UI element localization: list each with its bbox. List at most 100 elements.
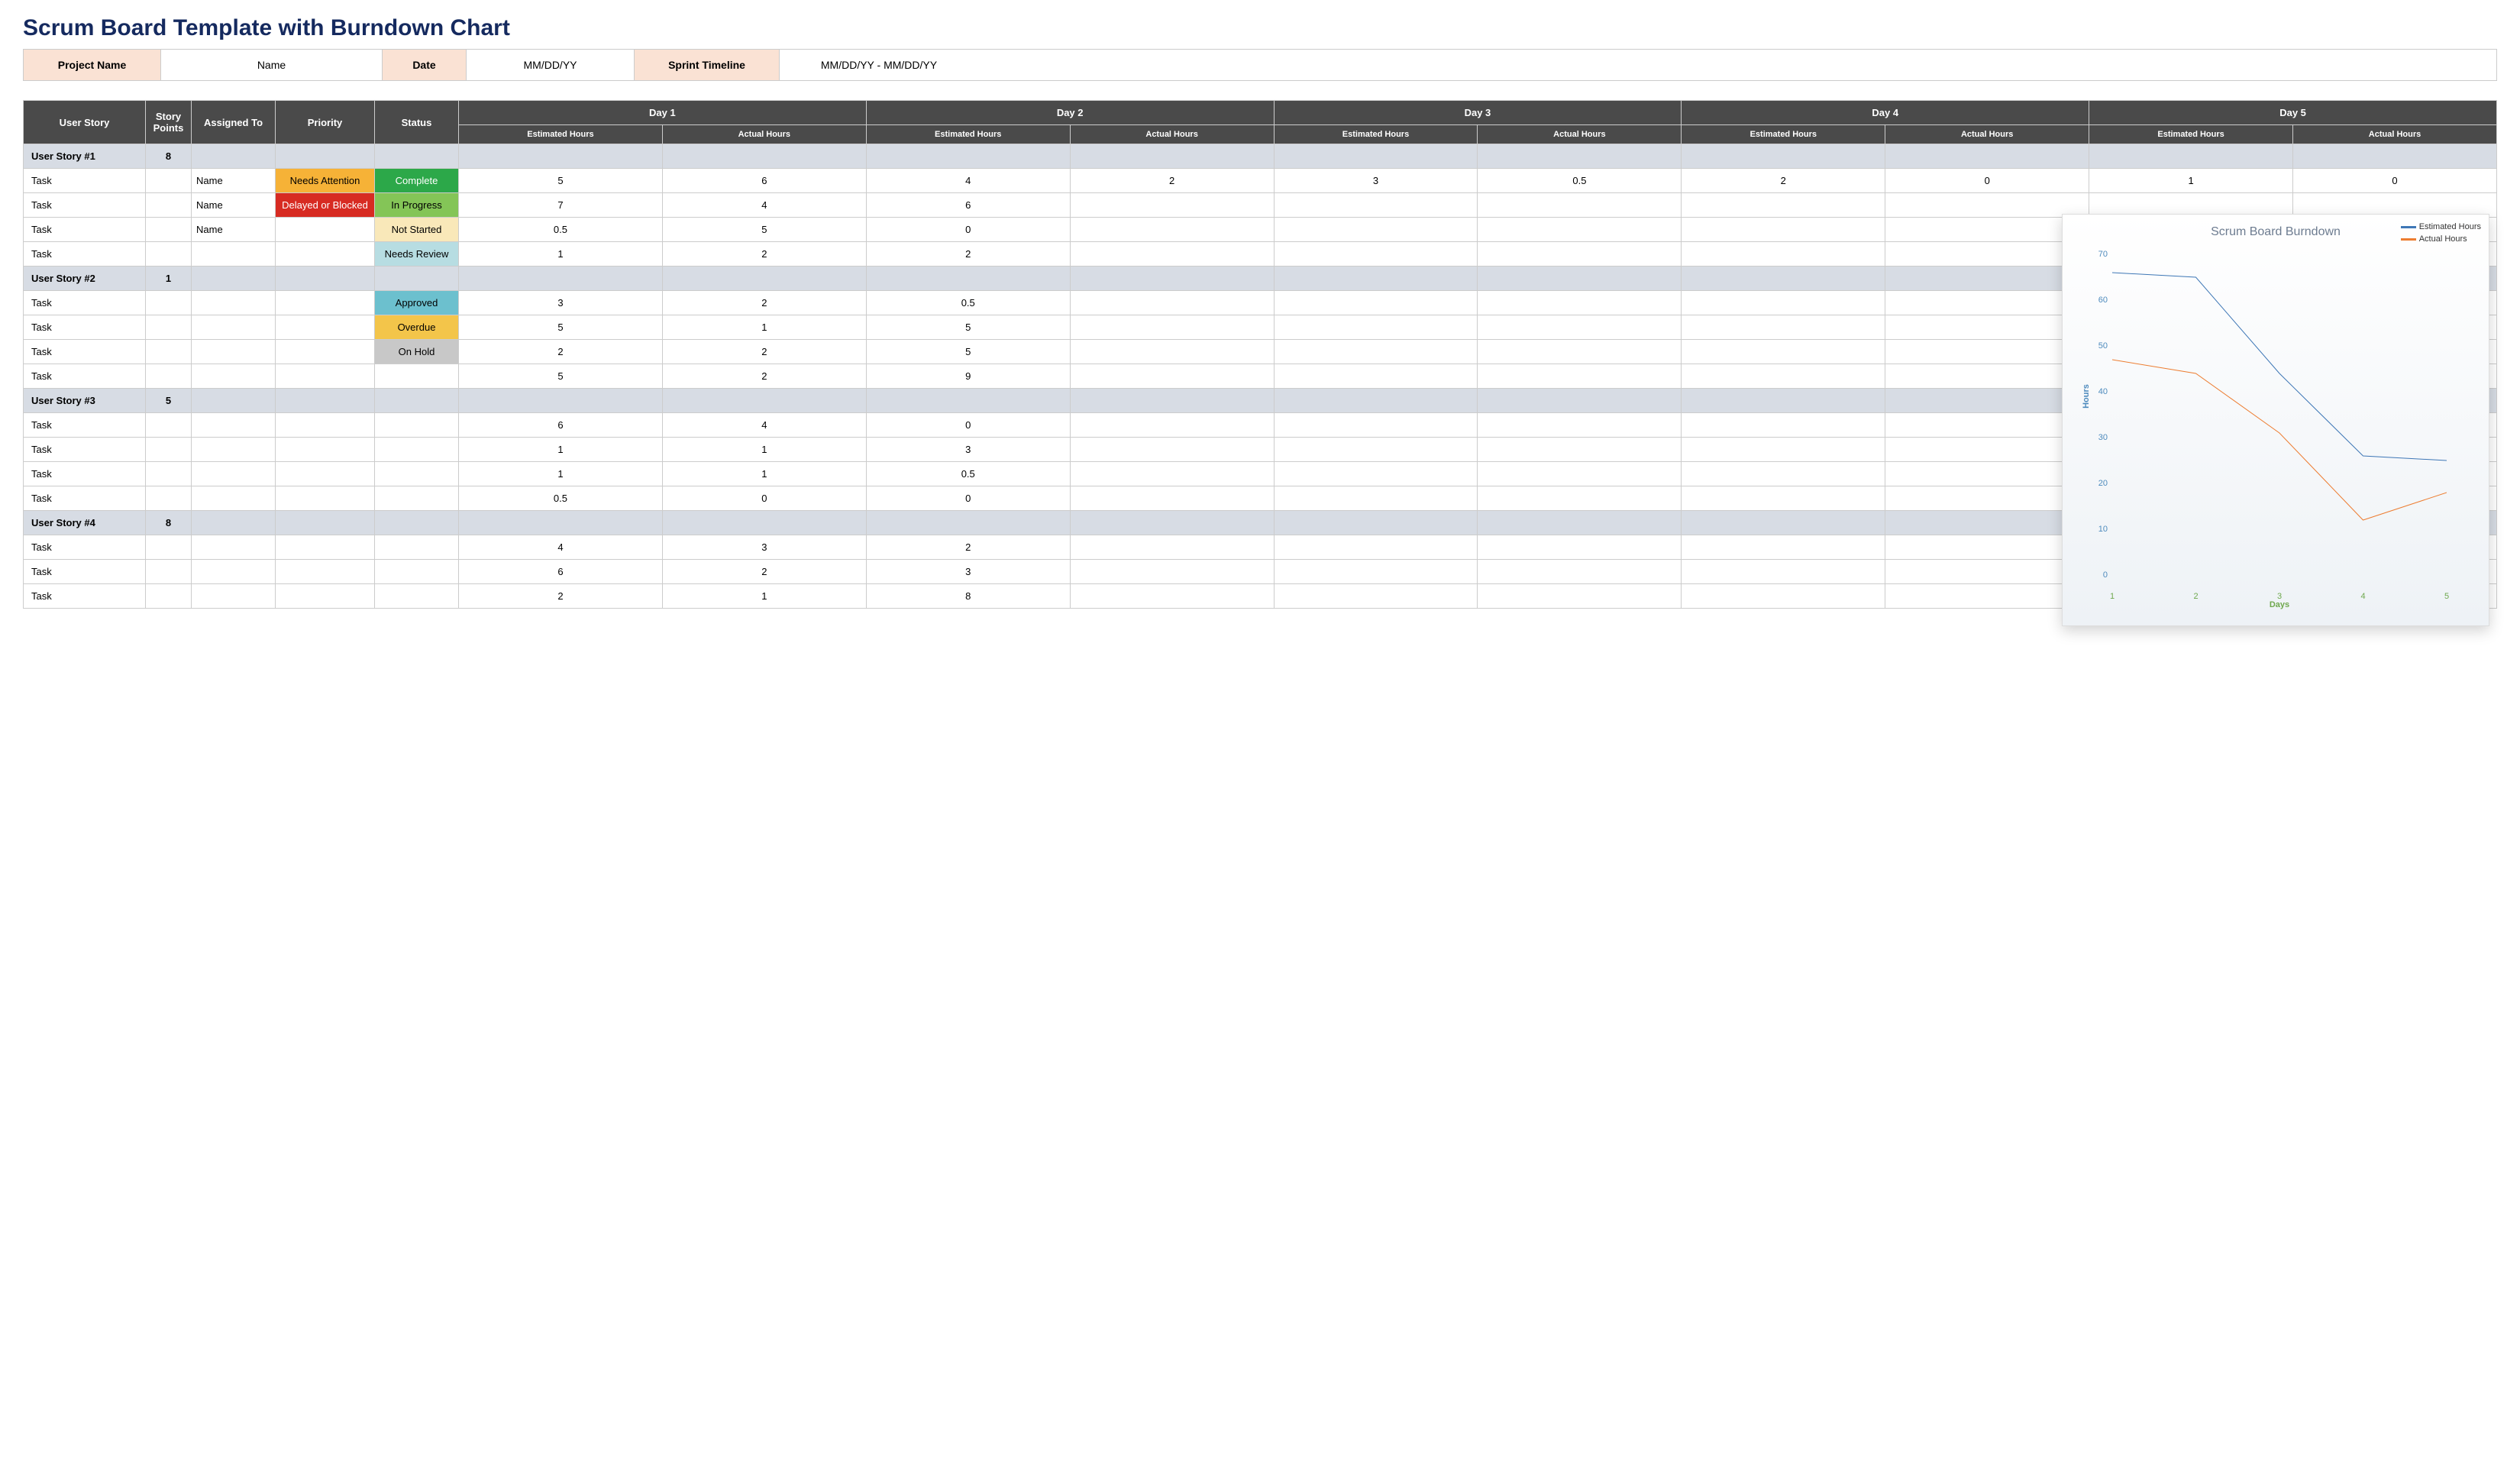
task-points[interactable] — [146, 218, 192, 242]
task-hours-3[interactable] — [1070, 364, 1274, 389]
task-points[interactable] — [146, 560, 192, 584]
task-hours-6[interactable] — [1682, 242, 1885, 267]
task-hours-2[interactable]: 0 — [866, 218, 1070, 242]
task-assigned[interactable] — [192, 364, 276, 389]
task-priority[interactable] — [276, 584, 375, 609]
task-hours-2[interactable]: 0.5 — [866, 291, 1070, 315]
task-status[interactable]: Overdue — [375, 315, 459, 340]
task-hours-5[interactable] — [1478, 364, 1682, 389]
task-name[interactable]: Task — [24, 584, 146, 609]
task-points[interactable] — [146, 169, 192, 193]
task-assigned[interactable] — [192, 462, 276, 486]
task-hours-1[interactable]: 0 — [662, 486, 866, 511]
date-value[interactable]: MM/DD/YY — [467, 50, 635, 80]
task-status[interactable] — [375, 438, 459, 462]
task-hours-6[interactable] — [1682, 315, 1885, 340]
task-priority[interactable] — [276, 291, 375, 315]
task-points[interactable] — [146, 291, 192, 315]
task-priority[interactable] — [276, 560, 375, 584]
task-status[interactable]: On Hold — [375, 340, 459, 364]
task-hours-4[interactable] — [1274, 340, 1478, 364]
task-points[interactable] — [146, 413, 192, 438]
task-name[interactable]: Task — [24, 169, 146, 193]
task-name[interactable]: Task — [24, 315, 146, 340]
task-hours-7[interactable] — [1885, 584, 2089, 609]
task-hours-5[interactable] — [1478, 584, 1682, 609]
task-hours-5[interactable] — [1478, 315, 1682, 340]
task-points[interactable] — [146, 242, 192, 267]
task-hours-4[interactable] — [1274, 413, 1478, 438]
task-hours-5[interactable] — [1478, 486, 1682, 511]
task-status[interactable]: Not Started — [375, 218, 459, 242]
sprint-timeline-value[interactable]: MM/DD/YY - MM/DD/YY — [780, 50, 978, 80]
task-assigned[interactable]: Name — [192, 218, 276, 242]
task-hours-1[interactable]: 2 — [662, 560, 866, 584]
task-assigned[interactable] — [192, 291, 276, 315]
task-status[interactable] — [375, 584, 459, 609]
task-name[interactable]: Task — [24, 340, 146, 364]
task-hours-2[interactable]: 3 — [866, 438, 1070, 462]
task-hours-7[interactable] — [1885, 364, 2089, 389]
task-hours-1[interactable]: 1 — [662, 438, 866, 462]
task-status[interactable] — [375, 535, 459, 560]
task-hours-2[interactable]: 9 — [866, 364, 1070, 389]
task-status[interactable]: In Progress — [375, 193, 459, 218]
task-hours-7[interactable] — [1885, 486, 2089, 511]
task-hours-1[interactable]: 1 — [662, 462, 866, 486]
task-name[interactable]: Task — [24, 438, 146, 462]
task-hours-2[interactable]: 5 — [866, 315, 1070, 340]
task-hours-0[interactable]: 1 — [459, 438, 663, 462]
task-hours-1[interactable]: 5 — [662, 218, 866, 242]
task-hours-7[interactable] — [1885, 462, 2089, 486]
task-hours-5[interactable] — [1478, 218, 1682, 242]
task-hours-9[interactable]: 0 — [2293, 169, 2497, 193]
task-points[interactable] — [146, 535, 192, 560]
task-hours-0[interactable]: 2 — [459, 340, 663, 364]
task-hours-1[interactable]: 1 — [662, 584, 866, 609]
task-hours-0[interactable]: 5 — [459, 364, 663, 389]
task-hours-6[interactable] — [1682, 584, 1885, 609]
task-hours-7[interactable] — [1885, 242, 2089, 267]
task-hours-4[interactable] — [1274, 364, 1478, 389]
task-hours-5[interactable]: 0.5 — [1478, 169, 1682, 193]
task-hours-3[interactable] — [1070, 218, 1274, 242]
task-hours-7[interactable] — [1885, 535, 2089, 560]
task-hours-0[interactable]: 0.5 — [459, 218, 663, 242]
task-hours-1[interactable]: 4 — [662, 413, 866, 438]
task-hours-4[interactable] — [1274, 486, 1478, 511]
task-hours-0[interactable]: 7 — [459, 193, 663, 218]
task-status[interactable]: Complete — [375, 169, 459, 193]
task-status[interactable] — [375, 413, 459, 438]
task-hours-0[interactable]: 3 — [459, 291, 663, 315]
task-hours-4[interactable] — [1274, 462, 1478, 486]
task-hours-3[interactable] — [1070, 560, 1274, 584]
task-hours-4[interactable] — [1274, 584, 1478, 609]
task-hours-7[interactable] — [1885, 340, 2089, 364]
task-hours-0[interactable]: 5 — [459, 169, 663, 193]
task-name[interactable]: Task — [24, 364, 146, 389]
task-hours-6[interactable] — [1682, 560, 1885, 584]
task-hours-5[interactable] — [1478, 340, 1682, 364]
task-name[interactable]: Task — [24, 242, 146, 267]
task-hours-4[interactable] — [1274, 560, 1478, 584]
task-status[interactable] — [375, 560, 459, 584]
task-hours-4[interactable] — [1274, 291, 1478, 315]
task-name[interactable]: Task — [24, 535, 146, 560]
task-hours-6[interactable] — [1682, 535, 1885, 560]
task-hours-3[interactable] — [1070, 193, 1274, 218]
task-hours-6[interactable] — [1682, 462, 1885, 486]
task-priority[interactable] — [276, 218, 375, 242]
task-name[interactable]: Task — [24, 218, 146, 242]
task-hours-3[interactable] — [1070, 486, 1274, 511]
task-hours-4[interactable] — [1274, 315, 1478, 340]
task-hours-6[interactable] — [1682, 438, 1885, 462]
task-hours-2[interactable]: 0.5 — [866, 462, 1070, 486]
task-hours-5[interactable] — [1478, 242, 1682, 267]
task-hours-1[interactable]: 6 — [662, 169, 866, 193]
task-points[interactable] — [146, 315, 192, 340]
task-hours-1[interactable]: 2 — [662, 291, 866, 315]
task-hours-3[interactable] — [1070, 438, 1274, 462]
task-assigned[interactable]: Name — [192, 169, 276, 193]
task-points[interactable] — [146, 438, 192, 462]
task-hours-7[interactable] — [1885, 560, 2089, 584]
